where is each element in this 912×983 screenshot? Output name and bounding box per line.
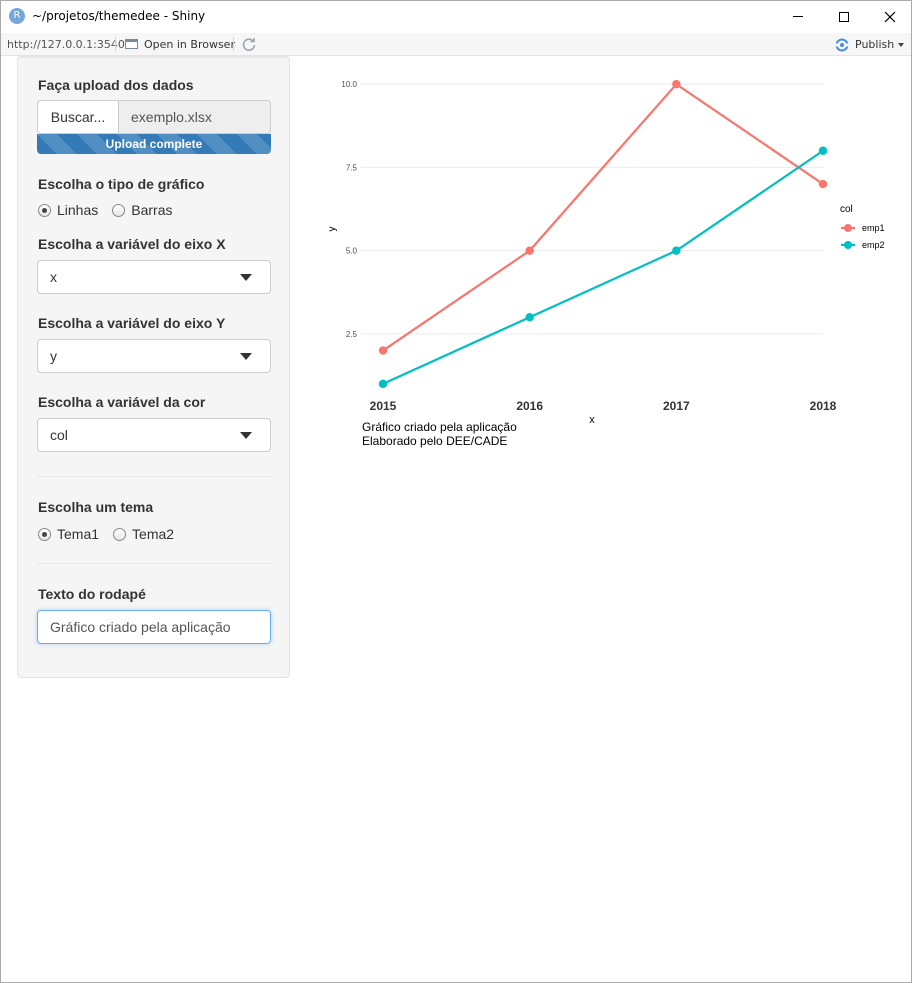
- y-var-value: y: [50, 348, 57, 364]
- maximize-icon: [839, 11, 849, 22]
- legend-key-point: [844, 241, 852, 249]
- data-point-emp2: [378, 379, 388, 389]
- chart-series: [378, 79, 828, 389]
- data-point-emp2: [818, 146, 828, 155]
- url-text[interactable]: http://127.0.0.1:3540: [7, 38, 125, 51]
- rstudio-viewer-window: R ~/projetos/themedee - Shiny http://127…: [0, 0, 912, 983]
- legend-title: col: [840, 204, 853, 215]
- publish-icon[interactable]: [834, 37, 850, 53]
- close-icon: [884, 11, 896, 22]
- radio-barras-indicator[interactable]: [112, 203, 126, 217]
- y-var-select[interactable]: y: [37, 339, 271, 373]
- legend-label: emp1: [862, 223, 885, 233]
- y-var-label: Escolha a variável do eixo Y: [38, 315, 226, 331]
- x-tick-label: 2016: [516, 399, 543, 413]
- y-tick-label: 5.0: [346, 247, 358, 256]
- chart-caption-line-2: Elaborado pelo DEE/CADE: [362, 434, 507, 448]
- color-var-label: Escolha a variável da cor: [38, 394, 206, 410]
- theme-radio-group: Tema1 Tema2: [38, 526, 188, 542]
- chart-caption-line-1: Gráfico criado pela aplicação: [362, 420, 517, 434]
- line-chart: 2.5 5.0 7.5 10.0 2015 2016 2017 2018 y x col e…: [327, 79, 885, 448]
- open-browser-icon[interactable]: [125, 39, 138, 49]
- radio-barras-label[interactable]: Barras: [131, 202, 172, 218]
- upload-progress-bar: Upload complete: [37, 134, 271, 154]
- footer-text-label: Texto do rodapé: [38, 586, 146, 602]
- color-var-value: col: [50, 427, 68, 443]
- dropdown-caret-icon: [240, 432, 252, 439]
- y-tick-label: 10.0: [341, 80, 357, 89]
- y-tick-label: 2.5: [346, 330, 358, 339]
- upload-label: Faça upload dos dados: [38, 77, 194, 93]
- radio-linhas[interactable]: Linhas: [38, 202, 98, 218]
- radio-tema1[interactable]: Tema1: [38, 526, 99, 542]
- divider: [37, 476, 271, 477]
- x-tick-label: 2015: [370, 399, 397, 413]
- radio-tema1-label[interactable]: Tema1: [57, 526, 99, 542]
- radio-tema1-indicator[interactable]: [38, 527, 51, 541]
- maximize-button[interactable]: [821, 1, 867, 32]
- x-var-label: Escolha a variável do eixo X: [38, 236, 226, 252]
- x-var-value: x: [50, 269, 57, 285]
- radio-barras[interactable]: Barras: [112, 202, 173, 218]
- minimize-icon: [793, 16, 803, 17]
- x-axis-ticks: 2015 2016 2017 2018: [370, 399, 837, 413]
- data-point-emp1: [818, 179, 828, 189]
- toolbar-divider: [115, 37, 116, 51]
- radio-tema2[interactable]: Tema2: [113, 526, 174, 542]
- dropdown-caret-icon: [240, 274, 252, 281]
- toolbar-divider: [233, 37, 234, 51]
- x-tick-label: 2017: [663, 399, 690, 413]
- minimize-button[interactable]: [775, 1, 821, 32]
- radio-tema2-label[interactable]: Tema2: [132, 526, 174, 542]
- y-axis-ticks: 2.5 5.0 7.5 10.0: [341, 80, 357, 339]
- viewer-toolbar: http://127.0.0.1:3540 Open in Browser Pu…: [1, 33, 911, 56]
- legend-label: emp2: [862, 240, 885, 250]
- data-point-emp1: [378, 346, 388, 355]
- r-logo-icon: R: [9, 8, 25, 24]
- radio-linhas-label[interactable]: Linhas: [57, 202, 98, 218]
- open-in-browser-button[interactable]: Open in Browser: [144, 38, 235, 51]
- series-line-emp1: [382, 82, 824, 352]
- footer-text-input[interactable]: [37, 610, 271, 644]
- close-button[interactable]: [867, 1, 912, 32]
- y-axis-label: y: [327, 227, 338, 232]
- chart-legend: col emp1 emp2: [840, 204, 885, 250]
- divider: [37, 563, 271, 564]
- data-point-emp1: [525, 246, 534, 255]
- x-tick-label: 2018: [810, 399, 837, 413]
- publish-button[interactable]: Publish: [855, 38, 894, 51]
- data-point-emp1: [672, 79, 681, 89]
- x-var-select[interactable]: x: [37, 260, 271, 294]
- file-name-field[interactable]: exemplo.xlsx: [118, 100, 271, 134]
- dropdown-caret-icon: [240, 353, 252, 360]
- radio-linhas-indicator[interactable]: [38, 203, 51, 217]
- x-axis-label: x: [589, 414, 595, 426]
- y-tick-label: 7.5: [346, 163, 358, 172]
- chevron-down-icon[interactable]: [898, 43, 904, 47]
- color-var-select[interactable]: col: [37, 418, 271, 452]
- series-line-emp2: [382, 149, 824, 385]
- sidebar-panel: Faça upload dos dados Buscar... exemplo.…: [17, 56, 290, 678]
- legend-key-point: [844, 224, 852, 232]
- radio-tema2-indicator[interactable]: [113, 527, 127, 541]
- chart-type-label: Escolha o tipo de gráfico: [38, 176, 205, 192]
- title-bar: R ~/projetos/themedee - Shiny: [1, 1, 911, 32]
- chart-type-radio-group: Linhas Barras: [38, 202, 187, 218]
- chart-gridlines: [361, 83, 823, 335]
- browse-button[interactable]: Buscar...: [37, 100, 118, 134]
- window-title: ~/projetos/themedee - Shiny: [32, 9, 206, 23]
- data-point-emp2: [525, 313, 534, 322]
- theme-label: Escolha um tema: [38, 499, 154, 515]
- refresh-icon[interactable]: [241, 36, 257, 52]
- data-point-emp2: [672, 246, 681, 255]
